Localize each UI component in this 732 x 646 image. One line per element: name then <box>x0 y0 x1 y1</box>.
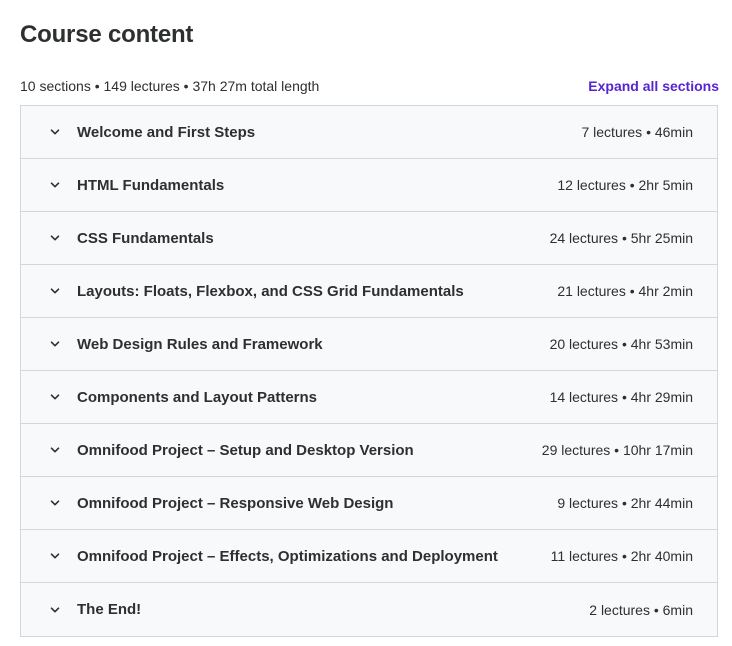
chevron-down-icon <box>48 125 62 139</box>
chevron-down-icon <box>48 178 62 192</box>
section-meta: 7 lectures • 46min <box>581 124 693 140</box>
section-item[interactable]: Omnifood Project – Effects, Optimization… <box>21 530 717 583</box>
section-item[interactable]: CSS Fundamentals 24 lectures • 5hr 25min <box>21 212 717 265</box>
chevron-down-icon <box>48 337 62 351</box>
section-meta: 21 lectures • 4hr 2min <box>557 283 693 299</box>
section-item[interactable]: Components and Layout Patterns 14 lectur… <box>21 371 717 424</box>
chevron-down-icon <box>48 443 62 457</box>
course-content-panel: Course content 10 sections • 149 lecture… <box>0 0 732 646</box>
section-meta: 2 lectures • 6min <box>589 601 693 618</box>
section-item[interactable]: HTML Fundamentals 12 lectures • 2hr 5min <box>21 159 717 212</box>
section-meta: 11 lectures • 2hr 40min <box>550 548 693 564</box>
section-title: The End! <box>77 601 142 618</box>
section-item[interactable]: The End! 2 lectures • 6min <box>21 583 717 636</box>
section-item[interactable]: Omnifood Project – Setup and Desktop Ver… <box>21 424 717 477</box>
course-summary-row: 10 sections • 149 lectures • 37h 27m tot… <box>20 76 719 96</box>
section-title: CSS Fundamentals <box>77 229 214 247</box>
chevron-down-icon <box>48 231 62 245</box>
chevron-down-icon <box>48 496 62 510</box>
section-title: Omnifood Project – Setup and Desktop Ver… <box>77 441 414 459</box>
section-title: HTML Fundamentals <box>77 176 225 194</box>
chevron-down-icon <box>48 603 62 617</box>
section-meta: 9 lectures • 2hr 44min <box>557 495 693 511</box>
section-item[interactable]: Web Design Rules and Framework 20 lectur… <box>21 318 717 371</box>
chevron-down-icon <box>48 284 62 298</box>
chevron-down-icon <box>48 390 62 404</box>
section-title: Omnifood Project – Effects, Optimization… <box>77 547 498 565</box>
section-item[interactable]: Welcome and First Steps 7 lectures • 46m… <box>21 106 717 159</box>
sections-list: Welcome and First Steps 7 lectures • 46m… <box>20 105 718 637</box>
section-title: Components and Layout Patterns <box>77 388 318 406</box>
section-title: Layouts: Floats, Flexbox, and CSS Grid F… <box>77 282 464 300</box>
course-summary: 10 sections • 149 lectures • 37h 27m tot… <box>20 78 320 94</box>
section-meta: 29 lectures • 10hr 17min <box>541 442 693 458</box>
section-title: Welcome and First Steps <box>77 123 256 141</box>
chevron-down-icon <box>48 549 62 563</box>
expand-all-sections-button[interactable]: Expand all sections <box>588 78 719 94</box>
section-meta: 14 lectures • 4hr 29min <box>549 389 693 405</box>
section-title: Omnifood Project – Responsive Web Design <box>77 494 394 512</box>
section-item[interactable]: Omnifood Project – Responsive Web Design… <box>21 477 717 530</box>
section-meta: 24 lectures • 5hr 25min <box>549 230 693 246</box>
page-title: Course content <box>20 21 194 48</box>
section-meta: 20 lectures • 4hr 53min <box>549 336 693 352</box>
section-title: Web Design Rules and Framework <box>77 335 323 353</box>
section-item[interactable]: Layouts: Floats, Flexbox, and CSS Grid F… <box>21 265 717 318</box>
section-meta: 12 lectures • 2hr 5min <box>557 177 693 193</box>
